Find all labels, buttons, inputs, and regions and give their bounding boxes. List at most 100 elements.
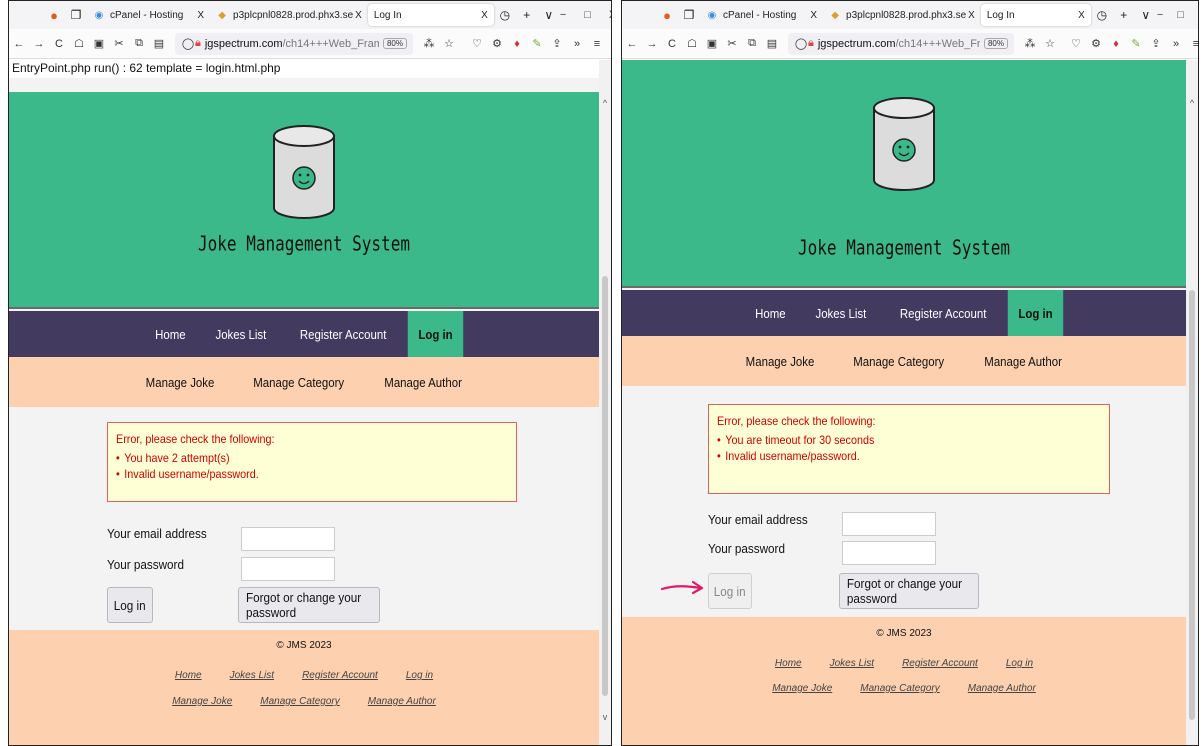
footer-register-link[interactable]: Register Account <box>902 658 978 669</box>
address-bar[interactable]: ◯ 🔒︎ jgspectrum.com /ch14+++Web_Framew 8… <box>788 32 1014 55</box>
scroll-thumb[interactable] <box>602 276 608 696</box>
tab-close-icon[interactable]: X <box>355 10 362 21</box>
addon-pin-icon[interactable]: ♦ <box>1106 38 1126 50</box>
menu-icon[interactable]: ≡ <box>1186 38 1198 50</box>
addon-pen-icon[interactable]: ✎ <box>1126 37 1146 50</box>
window-icon[interactable]: ❐ <box>65 8 87 22</box>
close-window-icon[interactable]: X <box>1198 9 1199 21</box>
tab-login[interactable]: Log In X <box>980 4 1091 26</box>
subnav-manage-joke-link[interactable]: Manage Joke <box>746 354 815 369</box>
subnav-manage-category-link[interactable]: Manage Category <box>853 354 944 369</box>
email-field[interactable] <box>241 527 335 551</box>
login-button-disabled[interactable]: Log in <box>708 573 752 609</box>
maximize-icon[interactable]: □ <box>584 9 591 21</box>
scroll-thumb[interactable] <box>1189 290 1195 720</box>
footer-jokes-list-link[interactable]: Jokes List <box>830 658 874 669</box>
subnav-manage-joke-link[interactable]: Manage Joke <box>146 375 215 390</box>
back-icon[interactable]: ← <box>9 38 29 50</box>
page-scrollbar[interactable]: ^ <box>1186 60 1198 745</box>
addon-pen-icon[interactable]: ✎ <box>527 37 547 50</box>
extension-icon[interactable]: ☖ <box>682 37 702 50</box>
footer-home-link[interactable]: Home <box>775 658 802 669</box>
extension-icon[interactable]: ☖ <box>69 37 89 50</box>
tab-close-icon[interactable]: X <box>197 10 204 21</box>
paste-icon[interactable]: ▤ <box>149 37 169 50</box>
share-icon[interactable]: ⇪ <box>1146 37 1166 50</box>
zoom-level[interactable]: 80% <box>382 38 407 49</box>
minimize-icon[interactable]: − <box>1157 9 1163 21</box>
back-icon[interactable]: ← <box>622 38 642 50</box>
subnav-manage-author-link[interactable]: Manage Author <box>984 354 1062 369</box>
footer-jokes-list-link[interactable]: Jokes List <box>230 670 274 681</box>
close-window-icon[interactable]: X <box>609 9 611 21</box>
addon-gear-icon[interactable]: ⚙ <box>1086 37 1106 50</box>
reader-icon[interactable]: ⁂ <box>419 37 439 50</box>
addon-gear-icon[interactable]: ⚙ <box>487 37 507 50</box>
forward-icon[interactable]: → <box>642 38 662 50</box>
reload-icon[interactable]: C <box>662 38 682 50</box>
bookmark-star-icon[interactable]: ☆ <box>1040 37 1060 50</box>
nav-jokes-list-link[interactable]: Jokes List <box>205 311 277 357</box>
new-tab-button[interactable]: + <box>516 8 538 22</box>
subnav-manage-author-link[interactable]: Manage Author <box>384 375 462 390</box>
new-tab-button[interactable]: + <box>1113 8 1135 22</box>
footer-manage-joke-link[interactable]: Manage Joke <box>772 683 832 694</box>
footer-login-link[interactable]: Log in <box>1006 658 1033 669</box>
history-icon[interactable]: ◷ <box>1091 8 1113 22</box>
zoom-level[interactable]: 80% <box>983 38 1008 49</box>
overflow-chevron-icon[interactable]: » <box>1166 38 1186 50</box>
clipboard-icon[interactable]: ▣ <box>89 37 109 50</box>
bookmark-star-icon[interactable]: ☆ <box>439 37 459 50</box>
footer-register-link[interactable]: Register Account <box>302 670 378 681</box>
page-scrollbar[interactable]: ^ v <box>599 60 611 745</box>
nav-home-link[interactable]: Home <box>145 311 197 357</box>
subnav-manage-category-link[interactable]: Manage Category <box>253 375 344 390</box>
address-bar[interactable]: ◯ 🔒︎ jgspectrum.com /ch14+++Web_Framew 8… <box>175 32 413 55</box>
nav-register-link[interactable]: Register Account <box>289 311 397 357</box>
footer-manage-category-link[interactable]: Manage Category <box>260 696 340 707</box>
reload-icon[interactable]: C <box>49 38 69 50</box>
footer-manage-author-link[interactable]: Manage Author <box>968 683 1036 694</box>
forgot-password-button[interactable]: Forgot or change your password <box>238 587 380 623</box>
addon-pin-icon[interactable]: ♦ <box>507 38 527 50</box>
nav-home-link[interactable]: Home <box>745 290 797 336</box>
nav-register-link[interactable]: Register Account <box>889 290 997 336</box>
forward-icon[interactable]: → <box>29 38 49 50</box>
paste-icon[interactable]: ▤ <box>762 37 782 50</box>
tab-phx3[interactable]: ◆ p3plcpnl0828.prod.phx3.se X <box>823 4 981 26</box>
tab-cpanel[interactable]: ◉ cPanel - Hosting X <box>87 4 210 26</box>
menu-icon[interactable]: ≡ <box>587 38 607 50</box>
nav-login-link[interactable]: Log in <box>1007 290 1064 336</box>
scroll-up-icon[interactable]: ^ <box>599 98 611 108</box>
nav-jokes-list-link[interactable]: Jokes List <box>805 290 877 336</box>
tab-close-icon[interactable]: X <box>810 10 817 21</box>
password-field[interactable] <box>241 557 335 581</box>
email-field[interactable] <box>842 512 936 536</box>
scroll-up-icon[interactable]: ^ <box>1186 98 1198 108</box>
footer-manage-category-link[interactable]: Manage Category <box>860 683 940 694</box>
tab-login[interactable]: Log In X <box>367 4 494 26</box>
footer-login-link[interactable]: Log in <box>406 670 433 681</box>
nav-login-link[interactable]: Log in <box>407 311 464 357</box>
tab-phx3[interactable]: ◆ p3plcpnl0828.prod.phx3.se X <box>210 4 368 26</box>
history-icon[interactable]: ◷ <box>494 8 516 22</box>
share-icon[interactable]: ⇪ <box>547 37 567 50</box>
reader-icon[interactable]: ⁂ <box>1020 37 1040 50</box>
cut-icon[interactable]: ✂ <box>722 37 742 50</box>
tab-close-icon[interactable]: X <box>481 10 488 21</box>
footer-home-link[interactable]: Home <box>175 670 202 681</box>
login-button[interactable]: Log in <box>107 587 153 623</box>
window-icon[interactable]: ❐ <box>678 8 700 22</box>
pocket-icon[interactable]: ♡ <box>1066 37 1086 50</box>
tab-close-icon[interactable]: X <box>1078 10 1085 21</box>
cut-icon[interactable]: ✂ <box>109 37 129 50</box>
forgot-password-button[interactable]: Forgot or change your password <box>839 573 979 609</box>
tab-list-icon[interactable]: ∨ <box>1135 8 1157 22</box>
copy-icon[interactable]: ⧉ <box>129 37 149 50</box>
maximize-icon[interactable]: □ <box>1177 9 1184 21</box>
pocket-icon[interactable]: ♡ <box>467 37 487 50</box>
footer-manage-author-link[interactable]: Manage Author <box>368 696 436 707</box>
overflow-chevron-icon[interactable]: » <box>567 38 587 50</box>
scroll-down-icon[interactable]: v <box>599 712 611 722</box>
password-field[interactable] <box>842 541 936 565</box>
